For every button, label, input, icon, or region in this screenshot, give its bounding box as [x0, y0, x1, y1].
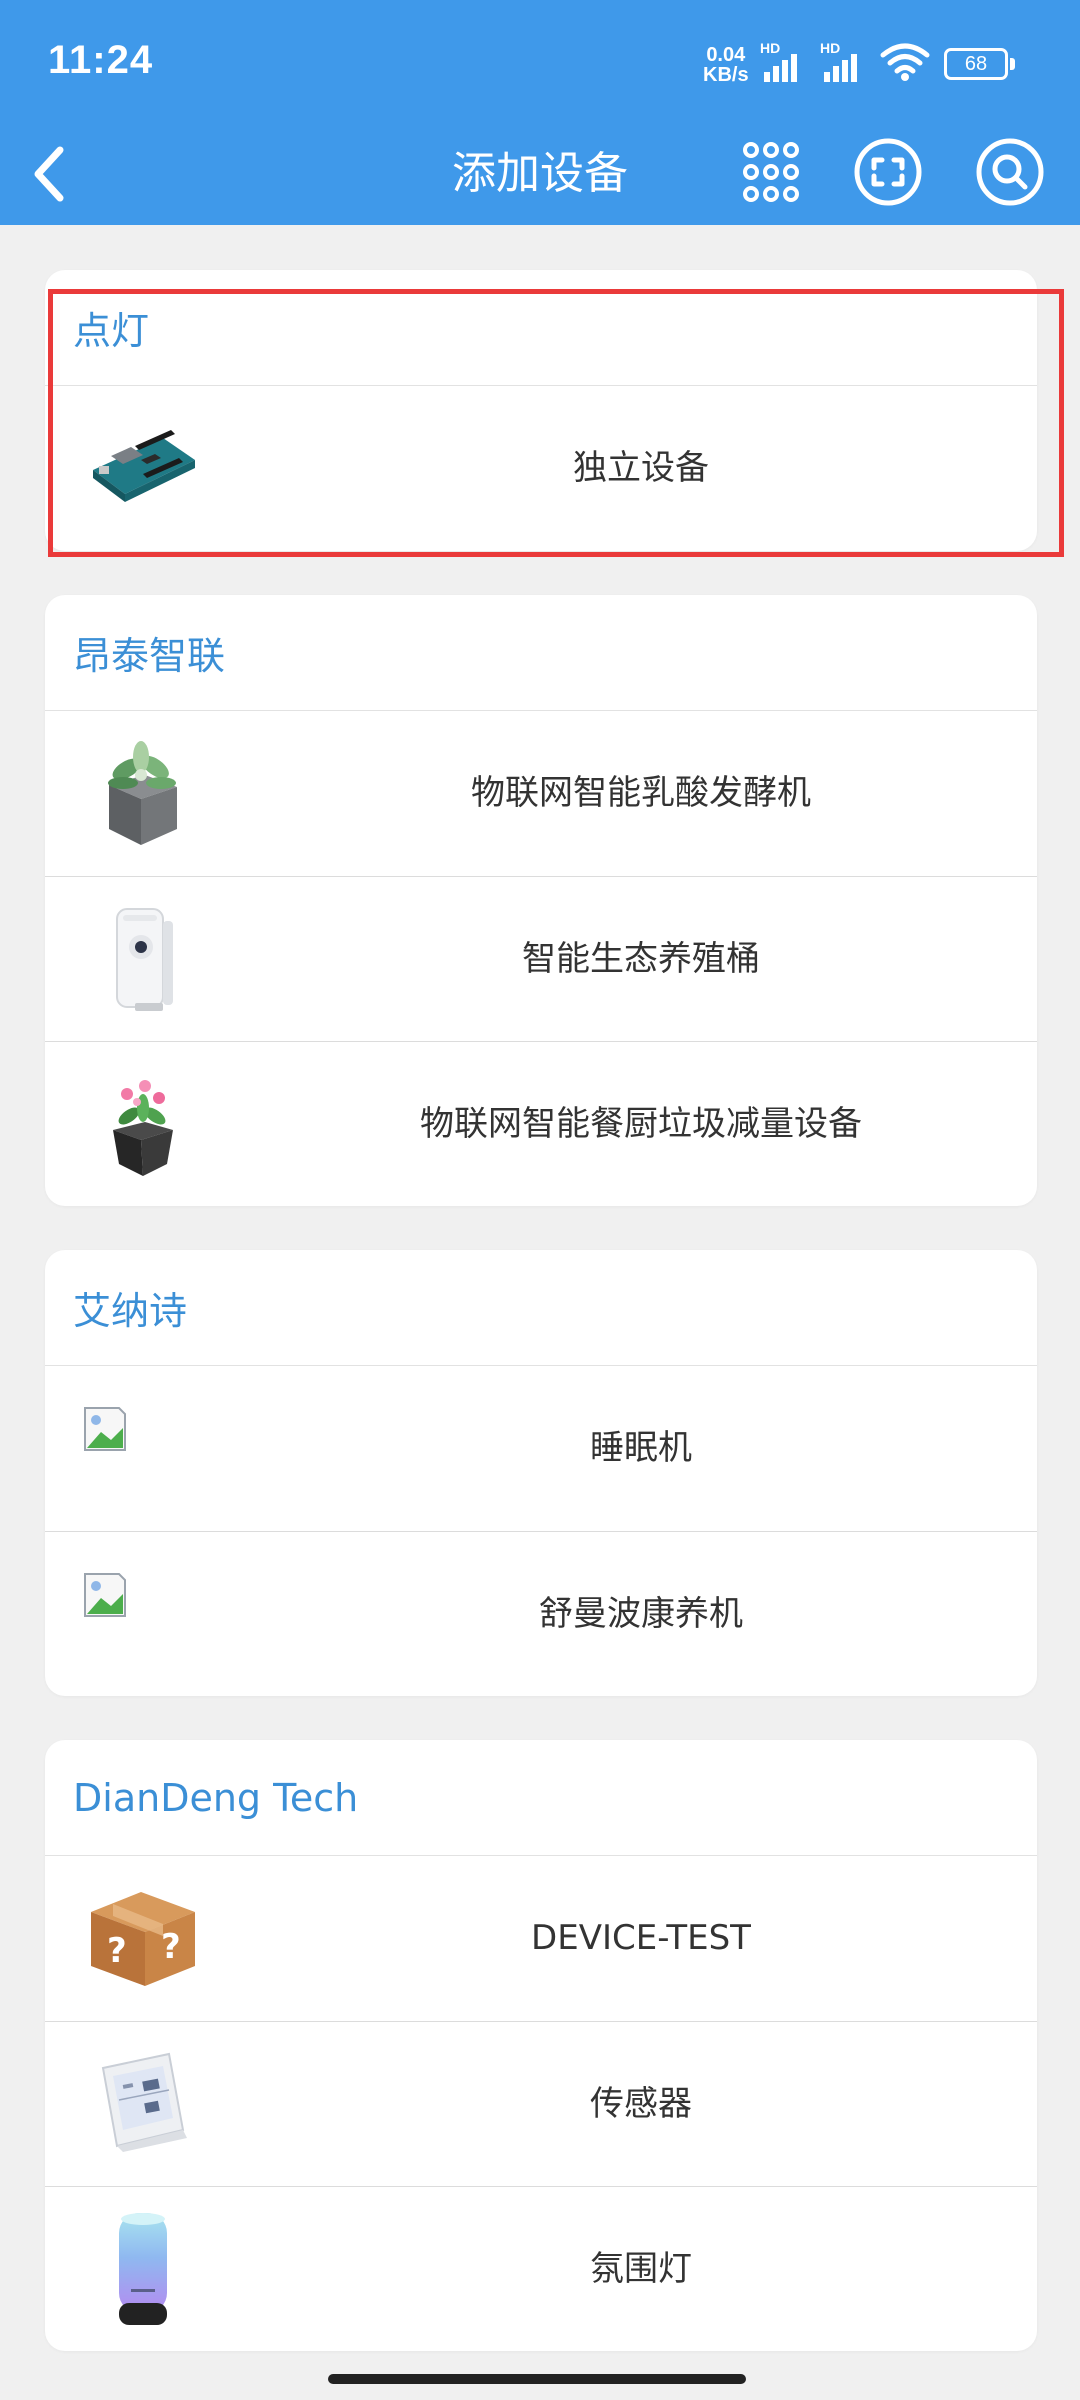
- grid-dots-icon: [743, 142, 799, 202]
- broken-image-icon: [84, 1407, 126, 1451]
- back-button[interactable]: [18, 132, 88, 212]
- device-name: DEVICE-TEST: [531, 1918, 751, 1958]
- search-button[interactable]: [970, 132, 1050, 212]
- chevron-left-icon: [34, 146, 64, 202]
- battery-level: 68: [964, 53, 988, 75]
- device-item[interactable]: 智能生态养殖桶: [45, 876, 1037, 1041]
- device-item[interactable]: 传感器: [45, 2021, 1037, 2186]
- flower-pot-icon: [113, 1080, 173, 1176]
- device-name: 舒曼波康养机: [539, 1594, 743, 1634]
- page-title: 添加设备: [452, 148, 628, 199]
- device-name: 传感器: [590, 2084, 692, 2124]
- device-item[interactable]: 独立设备: [45, 386, 1037, 551]
- device-name: 物联网智能乳酸发酵机: [471, 773, 811, 813]
- search-icon: [976, 138, 1044, 206]
- cell-signal-icon: HD: [760, 40, 820, 82]
- broken-image-icon: [84, 1573, 126, 1617]
- device-group-angtai: 昂泰智联 物联网智能乳酸发酵机 智能生态养殖桶 物联网智能餐厨垃圾减量设备: [45, 595, 1037, 1206]
- device-name: 氛围灯: [590, 2249, 692, 2289]
- scan-button[interactable]: [848, 132, 928, 212]
- arduino-board-icon: [93, 430, 195, 502]
- status-time: 11:24: [48, 38, 154, 82]
- group-title: 昂泰智联: [45, 595, 1037, 711]
- group-title: 艾纳诗: [45, 1250, 1037, 1366]
- device-item[interactable]: 舒曼波康养机: [45, 1531, 1037, 1696]
- device-group-diandeng: 点灯 独立设备: [45, 270, 1037, 551]
- battery-icon: 68: [944, 48, 1008, 80]
- status-bar: 11:24 0.04 KB/s HD HD 68: [0, 0, 1080, 122]
- network-speed-value: 0.04: [706, 44, 746, 66]
- wifi-icon: [880, 43, 930, 81]
- mystery-box-icon: ? ?: [91, 1892, 195, 1986]
- battery-nub: [1010, 58, 1015, 70]
- device-item[interactable]: 睡眠机: [45, 1366, 1037, 1531]
- thermo-hygrometer-icon: [101, 2052, 187, 2152]
- device-name: 智能生态养殖桶: [522, 939, 760, 979]
- home-indicator[interactable]: [328, 2374, 746, 2384]
- svg-text:?: ?: [161, 1927, 181, 1967]
- device-name: 睡眠机: [590, 1428, 692, 1468]
- ambient-lamp-icon: [119, 2213, 167, 2325]
- group-title: 点灯: [45, 270, 1037, 386]
- device-name: 物联网智能餐厨垃圾减量设备: [420, 1104, 862, 1144]
- device-item[interactable]: ? ? DEVICE-TEST: [45, 1856, 1037, 2021]
- device-name: 独立设备: [573, 448, 709, 488]
- potted-plant-icon: [108, 741, 177, 845]
- network-speed: 0.04 KB/s: [703, 45, 749, 85]
- network-speed-unit: KB/s: [703, 64, 749, 86]
- device-group-diandeng-tech: DianDeng Tech ? ? DEVICE-TEST 传感器 氛围灯: [45, 1740, 1037, 2351]
- air-purifier-icon: [116, 908, 173, 1011]
- cell-signal-icon: HD: [820, 40, 880, 82]
- app-header: 添加设备: [0, 122, 1080, 225]
- device-item[interactable]: 物联网智能餐厨垃圾减量设备: [45, 1041, 1037, 1206]
- scan-icon: [854, 138, 922, 206]
- grid-menu-button[interactable]: [731, 132, 811, 212]
- device-item[interactable]: 物联网智能乳酸发酵机: [45, 711, 1037, 876]
- svg-text:?: ?: [107, 1931, 127, 1971]
- device-group-ainashi: 艾纳诗 睡眠机 舒曼波康养机: [45, 1250, 1037, 1696]
- device-item[interactable]: 氛围灯: [45, 2186, 1037, 2351]
- group-title: DianDeng Tech: [45, 1740, 1037, 1856]
